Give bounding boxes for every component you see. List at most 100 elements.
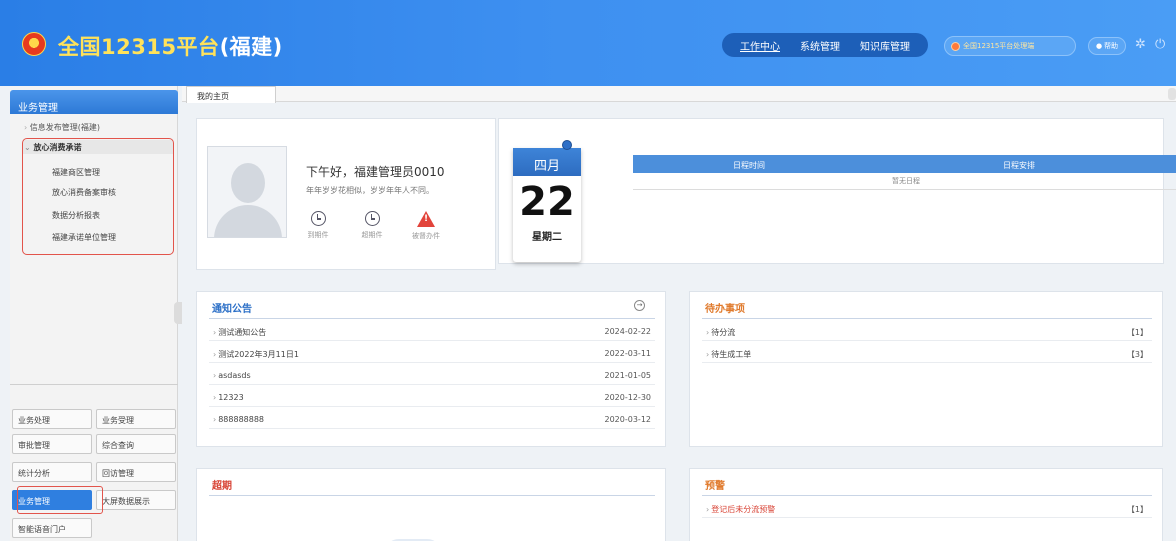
schedule-empty-text: 暂无日程	[892, 177, 920, 185]
help-label: 帮助	[1104, 42, 1119, 50]
notice-title: 通知公告	[212, 304, 252, 315]
notice-item-date: 2022-03-11	[604, 349, 652, 358]
module-big-screen[interactable]: 大屏数据展示	[96, 490, 176, 510]
stat-overdue[interactable]: 超期件	[357, 211, 387, 240]
calendar-day: 22	[519, 179, 575, 225]
calendar-month: 四月	[513, 148, 581, 176]
settings-icon[interactable]: ✲	[1135, 37, 1146, 52]
user-role-button[interactable]: 全国12315平台处理端	[944, 36, 1076, 56]
sidebar-item-label: 信息发布管理(福建)	[29, 123, 100, 132]
module-comprehensive-query[interactable]: 综合查询	[96, 434, 176, 454]
sidebar-title: 业务管理	[10, 90, 178, 114]
warning-icon: !	[417, 211, 435, 227]
tab-bar: 我的主页	[182, 86, 1176, 103]
power-icon[interactable]: ⏻	[1155, 37, 1165, 52]
module-statistics[interactable]: 统计分析	[12, 462, 92, 482]
national-emblem-icon	[22, 32, 46, 56]
tab-scroll-button[interactable]	[1168, 88, 1176, 100]
notice-item-title: 测试2022年3月11日1	[213, 349, 299, 360]
list-item[interactable]: 测试通知公告 2024-02-22	[209, 320, 655, 341]
highlight-box-menu	[22, 138, 174, 255]
nav-system-management[interactable]: 系统管理	[800, 38, 840, 53]
sidebar-collapse-handle[interactable]	[174, 302, 182, 324]
calendar-widget: 四月 22 星期二	[513, 140, 581, 262]
calendar-weekday: 星期二	[532, 232, 562, 243]
main-content: 下午好，福建管理员0010 年年岁岁花相似，岁岁年年人不同。 到期件 超期件 !…	[182, 103, 1176, 541]
tab-home[interactable]: 我的主页	[186, 86, 276, 103]
stat-label: 到期件	[307, 231, 329, 239]
user-icon	[951, 41, 960, 51]
schedule-table-header: 日程时间 日程安排	[633, 155, 1176, 173]
app-title-main: 全国12315平台	[58, 35, 220, 59]
avatar	[207, 146, 287, 238]
module-approval[interactable]: 审批管理	[12, 434, 92, 454]
todo-item-title: 待生成工单	[706, 349, 751, 360]
highlight-box-module	[17, 486, 103, 514]
notice-item-title: 测试通知公告	[213, 327, 266, 338]
notice-item-date: 2021-01-05	[604, 371, 652, 380]
notice-item-title: 12323	[213, 393, 243, 402]
todo-rule	[702, 318, 1152, 319]
stat-due[interactable]: 到期件	[303, 211, 333, 240]
avatar-head	[231, 163, 265, 203]
notice-item-date: 2024-02-22	[604, 327, 652, 336]
warning-rule	[702, 495, 1152, 496]
nav-knowledge-base[interactable]: 知识库管理	[860, 38, 910, 53]
chevron-right-icon: ›	[24, 123, 28, 132]
help-icon: ●	[1095, 42, 1103, 50]
notice-rule	[209, 318, 655, 319]
sidebar: 业务管理 › 信息发布管理(福建) ⌄ 放心消费承诺 福建商区管理 放心消费备案…	[10, 86, 182, 541]
todo-item-count: 【3】	[1126, 350, 1148, 359]
todo-title: 待办事项	[705, 304, 745, 315]
clock-icon	[310, 211, 326, 226]
notice-item-date: 2020-03-12	[604, 415, 652, 424]
warning-title: 预警	[705, 481, 725, 492]
schedule-col-plan: 日程安排	[1003, 161, 1035, 170]
schedule-card: 四月 22 星期二 日程时间 日程安排 暂无日程	[498, 118, 1176, 264]
stat-label: 超期件	[361, 231, 383, 239]
list-item[interactable]: 登记后未分流预警 【1】	[702, 497, 1152, 518]
app-title-region: (福建)	[219, 35, 283, 59]
notice-item-title: 888888888	[213, 415, 264, 424]
sidebar-item-info-publish[interactable]: › 信息发布管理(福建)	[24, 122, 100, 133]
app-title: 全国12315平台(福建)	[58, 31, 283, 61]
overdue-panel: 超期	[196, 468, 666, 541]
notice-panel: 通知公告 → 测试通知公告 2024-02-22 测试2022年3月11日1 2…	[196, 291, 666, 447]
stat-label: 被督办件	[412, 232, 440, 240]
overdue-rule	[209, 495, 655, 496]
overdue-title: 超期	[212, 481, 232, 492]
notice-item-date: 2020-12-30	[604, 393, 652, 402]
module-business-processing[interactable]: 业务处理	[12, 409, 92, 429]
list-item[interactable]: 待分流 【1】	[702, 320, 1152, 341]
todo-panel: 待办事项 待分流 【1】 待生成工单 【3】	[689, 291, 1163, 447]
help-button[interactable]: ● 帮助	[1088, 37, 1126, 55]
list-item[interactable]: 测试2022年3月11日1 2022-03-11	[209, 342, 655, 363]
list-item[interactable]: 待生成工单 【3】	[702, 342, 1152, 363]
warning-panel: 预警 登记后未分流预警 【1】	[689, 468, 1163, 541]
warning-item-title: 登记后未分流预警	[706, 504, 775, 515]
profile-card: 下午好，福建管理员0010 年年岁岁花相似，岁岁年年人不同。 到期件 超期件 !…	[196, 118, 496, 270]
list-item[interactable]: 12323 2020-12-30	[209, 386, 655, 407]
motto-text: 年年岁岁花相似，岁岁年年人不同。	[306, 186, 434, 195]
top-navigation: 工作中心 系统管理 知识库管理	[722, 33, 928, 57]
stat-supervised[interactable]: ! 被督办件	[411, 211, 441, 241]
module-voice-portal[interactable]: 智能语音门户	[12, 518, 92, 538]
greeting-text: 下午好，福建管理员0010	[306, 165, 445, 179]
notice-item-title: asdasds	[213, 371, 250, 380]
module-business-acceptance[interactable]: 业务受理	[96, 409, 176, 429]
sidebar-divider	[10, 384, 178, 385]
todo-item-count: 【1】	[1126, 328, 1148, 337]
nav-work-center[interactable]: 工作中心	[740, 38, 780, 53]
pin-icon	[562, 140, 572, 150]
more-arrow-icon[interactable]: →	[634, 300, 645, 311]
module-revisit[interactable]: 回访管理	[96, 462, 176, 482]
schedule-divider	[633, 189, 1176, 190]
schedule-col-time: 日程时间	[733, 161, 765, 170]
app-header: 全国12315平台(福建) 工作中心 系统管理 知识库管理 全国12315平台处…	[0, 0, 1176, 86]
list-item[interactable]: asdasds 2021-01-05	[209, 364, 655, 385]
avatar-body	[214, 205, 282, 237]
list-item[interactable]: 888888888 2020-03-12	[209, 408, 655, 429]
todo-item-title: 待分流	[706, 327, 735, 338]
clock-icon	[364, 211, 380, 226]
warning-item-count: 【1】	[1126, 505, 1148, 514]
